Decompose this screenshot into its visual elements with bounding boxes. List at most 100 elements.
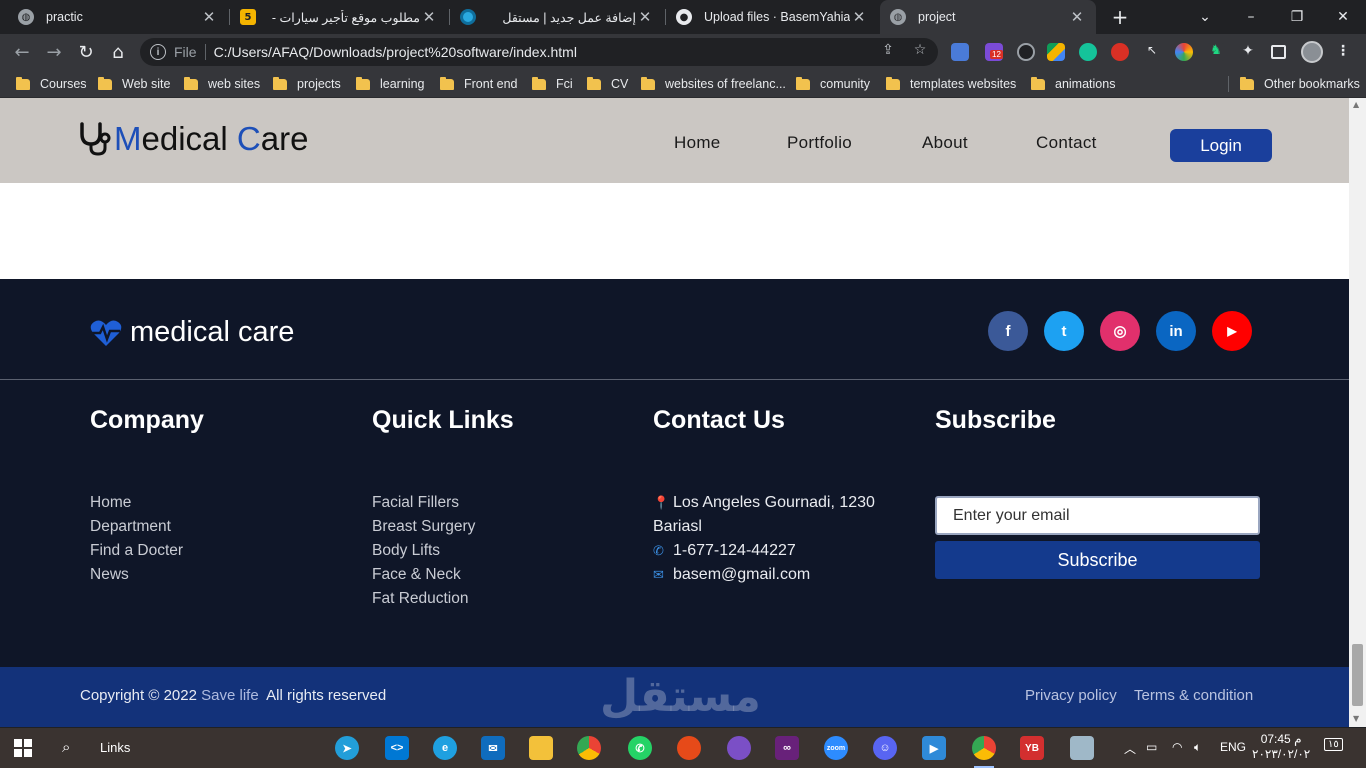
facebook-icon[interactable]: f	[988, 311, 1028, 351]
notes-app-icon[interactable]	[1070, 736, 1094, 760]
bookmark-folder[interactable]: CV	[587, 76, 628, 92]
close-tab-icon[interactable]: ✕	[850, 8, 868, 26]
extensions-puzzle-icon[interactable]: ✦	[1239, 43, 1257, 61]
discord-icon[interactable]: ☺	[873, 736, 897, 760]
battery-icon[interactable]: ▭	[1146, 740, 1157, 754]
edge-icon[interactable]: e	[433, 736, 457, 760]
footer-link-face-neck[interactable]: Face & Neck	[372, 563, 475, 587]
volume-icon[interactable]: 🔈︎	[1194, 740, 1201, 755]
taskbar-search-label[interactable]: Links	[100, 740, 130, 755]
footer-link-department[interactable]: Department	[90, 515, 183, 539]
bookmark-folder[interactable]: Front end	[440, 76, 518, 92]
url-text[interactable]: C:/Users/AFAQ/Downloads/project%20softwa…	[214, 44, 577, 60]
firefox-icon[interactable]	[727, 736, 751, 760]
scrollbar-thumb[interactable]	[1352, 644, 1363, 706]
tray-chevron-icon[interactable]: ︿	[1124, 740, 1136, 757]
notifications-icon[interactable]: ١٥	[1324, 738, 1343, 751]
extension-icon[interactable]: 12	[985, 43, 1003, 61]
address-bar[interactable]: i File C:/Users/AFAQ/Downloads/project%2…	[140, 38, 938, 66]
instagram-icon[interactable]: ◎	[1100, 311, 1140, 351]
chrome-icon[interactable]	[972, 736, 996, 768]
nav-portfolio[interactable]: Portfolio	[787, 133, 852, 153]
footer-link-body-lifts[interactable]: Body Lifts	[372, 539, 475, 563]
reload-button[interactable]: ↻	[74, 40, 98, 64]
bookmark-folder[interactable]: templates websites	[886, 76, 1016, 92]
firefox-icon[interactable]	[677, 736, 701, 760]
bookmark-folder[interactable]: Fci	[532, 76, 573, 92]
whatsapp-icon[interactable]: ✆	[628, 736, 652, 760]
terms-link[interactable]: Terms & condition	[1134, 687, 1253, 704]
telegram-icon[interactable]: ➤	[335, 736, 359, 760]
copyright-link[interactable]: Save life	[201, 687, 259, 704]
maximize-button[interactable]: ❐	[1274, 0, 1320, 34]
yb-app-icon[interactable]: YB	[1020, 736, 1044, 760]
visual-studio-icon[interactable]: ∞	[775, 736, 799, 760]
close-tab-icon[interactable]: ✕	[1068, 8, 1086, 26]
file-explorer-icon[interactable]	[529, 736, 553, 760]
cursor-extension-icon[interactable]: ↖	[1143, 43, 1161, 61]
bookmark-folder[interactable]: learning	[356, 76, 424, 92]
extension-icon[interactable]	[1017, 43, 1035, 61]
color-extension-icon[interactable]	[1175, 43, 1193, 61]
bookmark-star-icon[interactable]: ☆	[910, 40, 930, 60]
translate-extension-icon[interactable]	[951, 43, 969, 61]
subscribe-email-input[interactable]	[935, 496, 1260, 535]
email-text[interactable]: basem@gmail.com	[673, 566, 810, 583]
other-bookmarks[interactable]: Other bookmarks	[1240, 76, 1360, 92]
linkedin-icon[interactable]: in	[1156, 311, 1196, 351]
footer-link-fat-reduction[interactable]: Fat Reduction	[372, 587, 475, 611]
tab-project[interactable]: ◍ project ✕	[880, 0, 1096, 34]
extension-icon[interactable]: ♞	[1207, 43, 1225, 61]
tab-github[interactable]: ● Upload files · BasemYahia402 ✕	[666, 0, 878, 34]
phone-text[interactable]: 1-677-124-44227	[673, 542, 796, 559]
info-icon[interactable]: i	[150, 44, 166, 60]
page-scrollbar[interactable]: ▲ ▼	[1349, 98, 1366, 727]
footer-link-home[interactable]: Home	[90, 491, 183, 515]
bookmark-folder[interactable]: comunity	[796, 76, 870, 92]
bookmark-folder[interactable]: animations	[1031, 76, 1115, 92]
close-tab-icon[interactable]: ✕	[420, 8, 438, 26]
tab-mostaql[interactable]: إضافة عمل جديد | مستقل ✕	[450, 0, 664, 34]
footer-link-find-doctor[interactable]: Find a Docter	[90, 539, 183, 563]
twitter-icon[interactable]: t	[1044, 311, 1084, 351]
footer-link-facial-fillers[interactable]: Facial Fillers	[372, 491, 475, 515]
bookmark-folder[interactable]: web sites	[184, 76, 260, 92]
nav-contact[interactable]: Contact	[1036, 133, 1097, 153]
new-tab-button[interactable]: +	[1108, 5, 1132, 29]
scroll-down-icon[interactable]: ▼	[1353, 714, 1359, 723]
share-icon[interactable]: ⇪	[878, 40, 898, 60]
nav-about[interactable]: About	[922, 133, 968, 153]
youtube-icon[interactable]: ▶	[1212, 311, 1252, 351]
home-button[interactable]: ⌂	[106, 40, 130, 64]
scroll-up-icon[interactable]: ▲	[1353, 100, 1359, 109]
footer-brand[interactable]: medical care	[90, 316, 294, 349]
vscode-icon[interactable]: <>	[385, 736, 409, 760]
language-indicator[interactable]: ENG	[1220, 740, 1246, 754]
bookmark-folder[interactable]: projects	[273, 76, 341, 92]
video-player-icon[interactable]: ▶	[922, 736, 946, 760]
windows-start-icon[interactable]	[14, 739, 32, 757]
tab-car-rental[interactable]: 5 مطلوب موقع تأجير سيارات - ا ✕	[230, 0, 448, 34]
back-button[interactable]: ←	[10, 40, 34, 64]
grammarly-icon[interactable]	[1079, 43, 1097, 61]
close-window-button[interactable]: ✕	[1320, 0, 1366, 34]
tab-practic[interactable]: ◍ practic ✕	[8, 0, 228, 34]
nav-home[interactable]: Home	[674, 133, 721, 153]
login-button[interactable]: Login	[1170, 129, 1272, 162]
adblock-icon[interactable]	[1111, 43, 1129, 61]
google-drive-icon[interactable]	[1047, 43, 1065, 61]
tab-search-button[interactable]: ⌄	[1182, 0, 1228, 34]
profile-avatar[interactable]	[1301, 41, 1323, 63]
chrome-icon[interactable]	[577, 736, 601, 760]
side-panel-icon[interactable]	[1271, 45, 1286, 59]
close-tab-icon[interactable]: ✕	[636, 8, 654, 26]
menu-kebab-icon[interactable]: ⋮	[1336, 43, 1350, 59]
subscribe-button[interactable]: Subscribe	[935, 541, 1260, 579]
minimize-button[interactable]: –	[1228, 0, 1274, 34]
footer-link-breast-surgery[interactable]: Breast Surgery	[372, 515, 475, 539]
taskbar-clock[interactable]: 07:45 م ٢٠٢٣/٠٢/٠٢	[1252, 732, 1310, 762]
bookmark-folder[interactable]: Courses	[16, 76, 87, 92]
forward-button[interactable]: →	[42, 40, 66, 64]
site-logo[interactable]: Medical Care	[78, 120, 308, 158]
wifi-icon[interactable]: ◠	[1172, 740, 1182, 754]
